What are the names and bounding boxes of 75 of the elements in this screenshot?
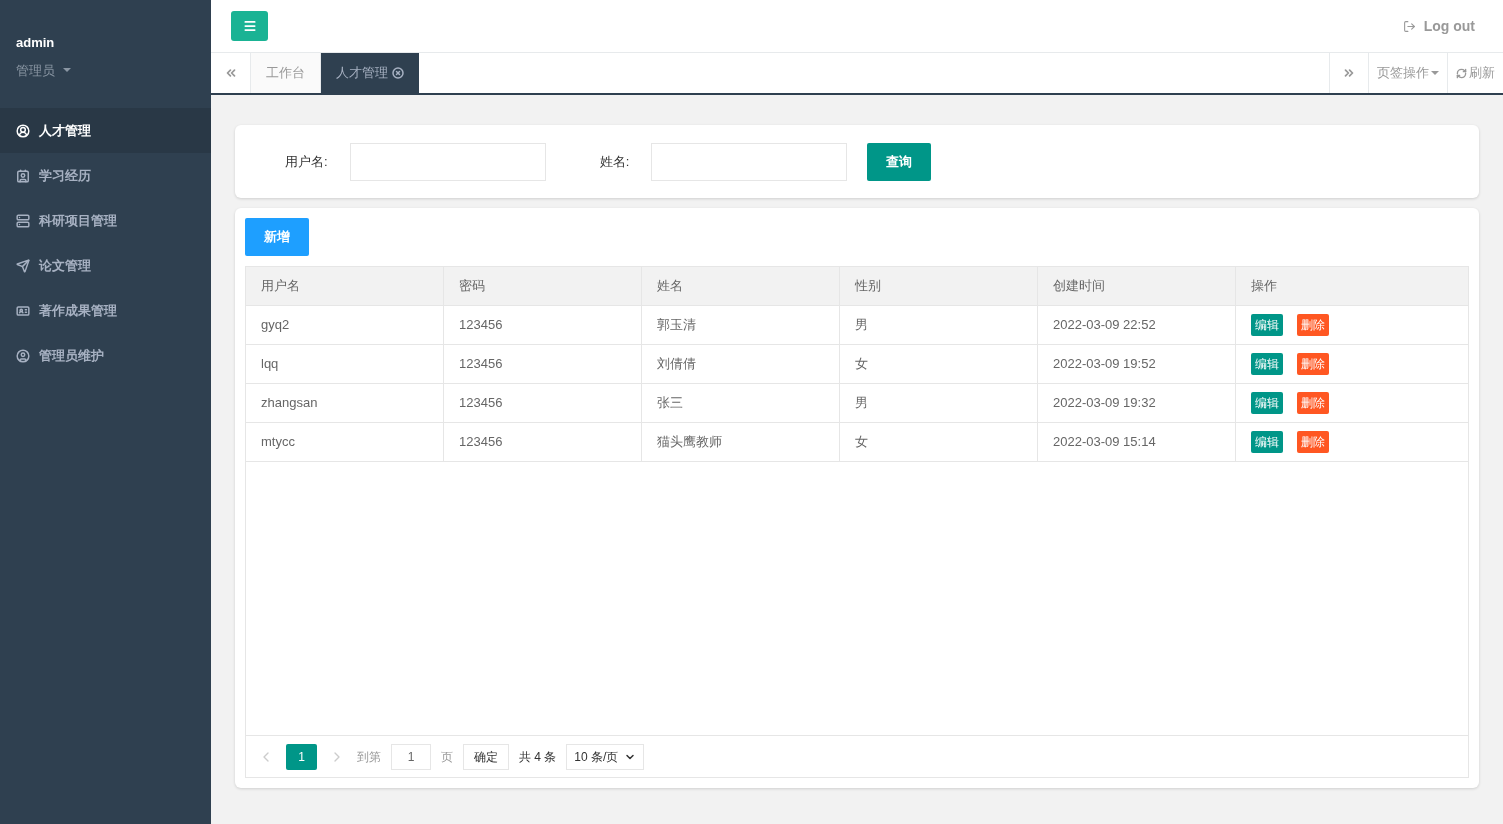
table-cell: 123456 [444, 345, 642, 383]
close-icon [392, 67, 404, 79]
menu-icon [242, 19, 257, 33]
edit-button[interactable]: 编辑 [1251, 353, 1283, 375]
column-header: 用户名 [246, 267, 444, 305]
table-cell: 2022-03-09 19:32 [1038, 384, 1236, 422]
sidebar-item[interactable]: 学习经历 [0, 153, 211, 198]
column-header: 密码 [444, 267, 642, 305]
menu-button[interactable] [231, 11, 268, 41]
logout-icon [1402, 19, 1416, 33]
column-header: 操作 [1250, 277, 1278, 296]
table-cell: 郭玉清 [642, 306, 840, 344]
delete-button[interactable]: 删除 [1297, 314, 1329, 336]
field-label: 用户名: [285, 152, 328, 171]
input-field[interactable] [349, 142, 546, 181]
input-field[interactable] [651, 142, 848, 181]
table-cell: 2022-03-09 22:52 [1038, 306, 1236, 344]
page-input[interactable]: 1 [391, 743, 431, 770]
page-size-select[interactable]: 10 条/页 [566, 743, 645, 770]
sidebar-item[interactable]: 著作成果管理 [0, 288, 211, 333]
table-cell: lqq [246, 345, 444, 383]
table-cell: 刘倩倩 [642, 345, 840, 383]
column-header: 性别 [840, 267, 1038, 305]
field-label: 姓名: [599, 152, 630, 171]
sidebar-item[interactable]: 人才管理 [0, 108, 211, 153]
table-cell: 张三 [642, 384, 840, 422]
user-icon [16, 348, 30, 363]
page-tab[interactable]: 工作台 [251, 53, 321, 93]
table-cell: 123456 [444, 384, 642, 422]
user-circle-icon [16, 123, 30, 138]
paper-plane-icon [16, 258, 30, 273]
tab-operations-dropdown[interactable]: 页签操作 [1369, 53, 1448, 93]
table-cell: 男 [840, 384, 1038, 422]
table-cell: zhangsan [246, 384, 444, 422]
user-name: admin [16, 34, 56, 52]
sidebar-item[interactable]: 论文管理 [0, 243, 211, 288]
double-right-icon [1342, 66, 1356, 80]
table-cell: 猫头鹰教师 [642, 423, 840, 461]
logout-button[interactable]: Log out [1402, 15, 1483, 37]
edit-button[interactable]: 编辑 [1251, 431, 1283, 453]
refresh-button[interactable]: 刷新 [1448, 53, 1503, 93]
table-cell: 2022-03-09 15:14 [1038, 423, 1236, 461]
contact-card-icon [16, 168, 30, 183]
caret-icon [1431, 71, 1439, 75]
total-count: 共 4 条 [519, 748, 557, 766]
add-button[interactable]: 新增 [245, 218, 309, 256]
edit-button[interactable]: 编辑 [1251, 392, 1283, 414]
refresh-icon [1456, 67, 1467, 79]
table-cell: gyq2 [246, 306, 444, 344]
goto-label: 到第 [357, 748, 381, 766]
delete-button[interactable]: 删除 [1297, 431, 1329, 453]
page-unit-label: 页 [441, 748, 453, 766]
table-cell: 男 [840, 306, 1038, 344]
delete-button[interactable]: 删除 [1297, 353, 1329, 375]
table-cell: 女 [840, 423, 1038, 461]
column-header: 创建时间 [1038, 267, 1236, 305]
confirm-button[interactable]: 确定 [463, 743, 509, 770]
table-cell: 女 [840, 345, 1038, 383]
server-icon [16, 213, 30, 228]
id-card-icon [16, 303, 30, 318]
table-cell: 123456 [444, 423, 642, 461]
delete-button[interactable]: 删除 [1297, 392, 1329, 414]
caret-icon [63, 68, 71, 73]
role-dropdown[interactable]: 管理员 [16, 60, 71, 80]
sidebar-item[interactable]: 管理员维护 [0, 333, 211, 378]
edit-button[interactable]: 编辑 [1251, 314, 1283, 336]
sidebar-item[interactable]: 科研项目管理 [0, 198, 211, 243]
page-number[interactable]: 1 [286, 743, 317, 770]
column-header: 姓名 [642, 267, 840, 305]
page-tab[interactable]: 人才管理 [321, 53, 419, 93]
table-cell: 123456 [444, 306, 642, 344]
table-cell: 2022-03-09 19:52 [1038, 345, 1236, 383]
table-cell: mtycc [246, 423, 444, 461]
scroll-right-button[interactable] [1329, 53, 1369, 93]
query-button[interactable]: 查询 [867, 142, 932, 181]
